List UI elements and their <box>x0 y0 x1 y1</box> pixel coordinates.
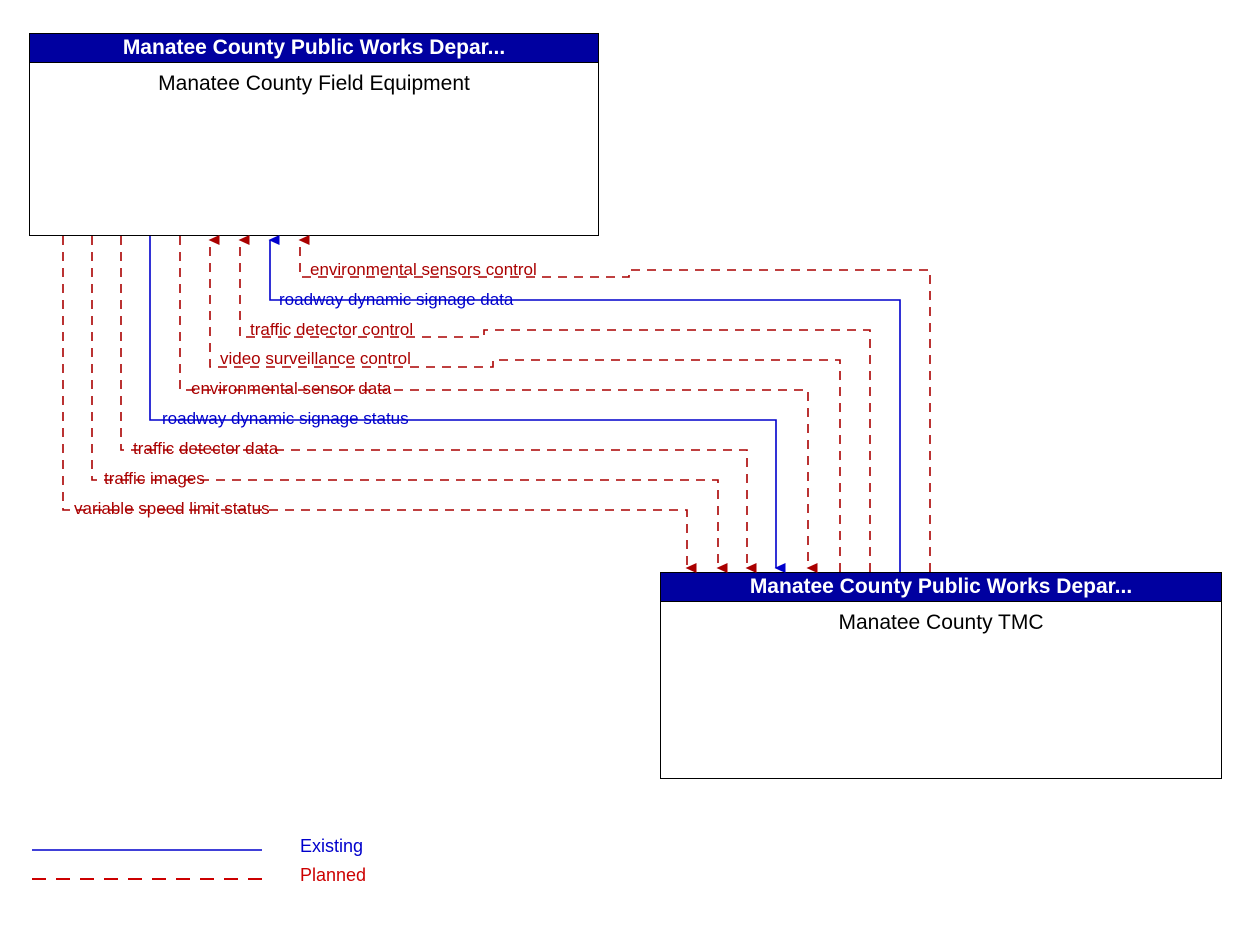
flow-line-variable-speed-limit-status <box>62 236 697 573</box>
legend: Existing Planned <box>30 836 430 898</box>
flow-label-traffic-detector-control[interactable]: traffic detector control <box>250 321 413 338</box>
entity-stakeholder-tmc: Manatee County Public Works Depar... <box>661 573 1221 602</box>
flow-label-roadway-dynamic-signage-status[interactable]: roadway dynamic signage status <box>162 410 409 427</box>
flow-label-video-surveillance-control[interactable]: video surveillance control <box>220 350 411 367</box>
flow-label-environmental-sensors-control[interactable]: environmental sensors control <box>310 261 537 278</box>
entity-name-tmc: Manatee County TMC <box>838 611 1044 634</box>
flow-line-environmental-sensor-data <box>179 236 818 573</box>
diagram-canvas: Manatee County Public Works Depar... Man… <box>0 0 1252 925</box>
flow-label-roadway-dynamic-signage-data[interactable]: roadway dynamic signage data <box>279 291 513 308</box>
entity-name-field-equipment: Manatee County Field Equipment <box>158 72 470 95</box>
entity-box-tmc[interactable]: Manatee County Public Works Depar... Man… <box>660 572 1222 779</box>
legend-row-planned: Planned <box>30 865 430 894</box>
flow-label-environmental-sensor-data[interactable]: environmental sensor data <box>191 380 391 397</box>
flow-label-variable-speed-limit-status[interactable]: variable speed limit status <box>74 500 270 517</box>
entity-box-field-equipment[interactable]: Manatee County Public Works Depar... Man… <box>29 33 599 236</box>
flow-label-traffic-images[interactable]: traffic images <box>104 470 205 487</box>
flow-label-traffic-detector-data[interactable]: traffic detector data <box>133 440 278 457</box>
legend-label-planned: Planned <box>300 865 367 885</box>
flow-line-roadway-dynamic-signage-status <box>149 236 786 573</box>
entity-stakeholder-field-equipment: Manatee County Public Works Depar... <box>30 34 598 63</box>
flow-line-traffic-detector-data <box>120 236 757 573</box>
legend-row-existing: Existing <box>30 836 430 865</box>
flow-line-traffic-images <box>91 236 728 573</box>
legend-label-existing: Existing <box>300 836 364 856</box>
